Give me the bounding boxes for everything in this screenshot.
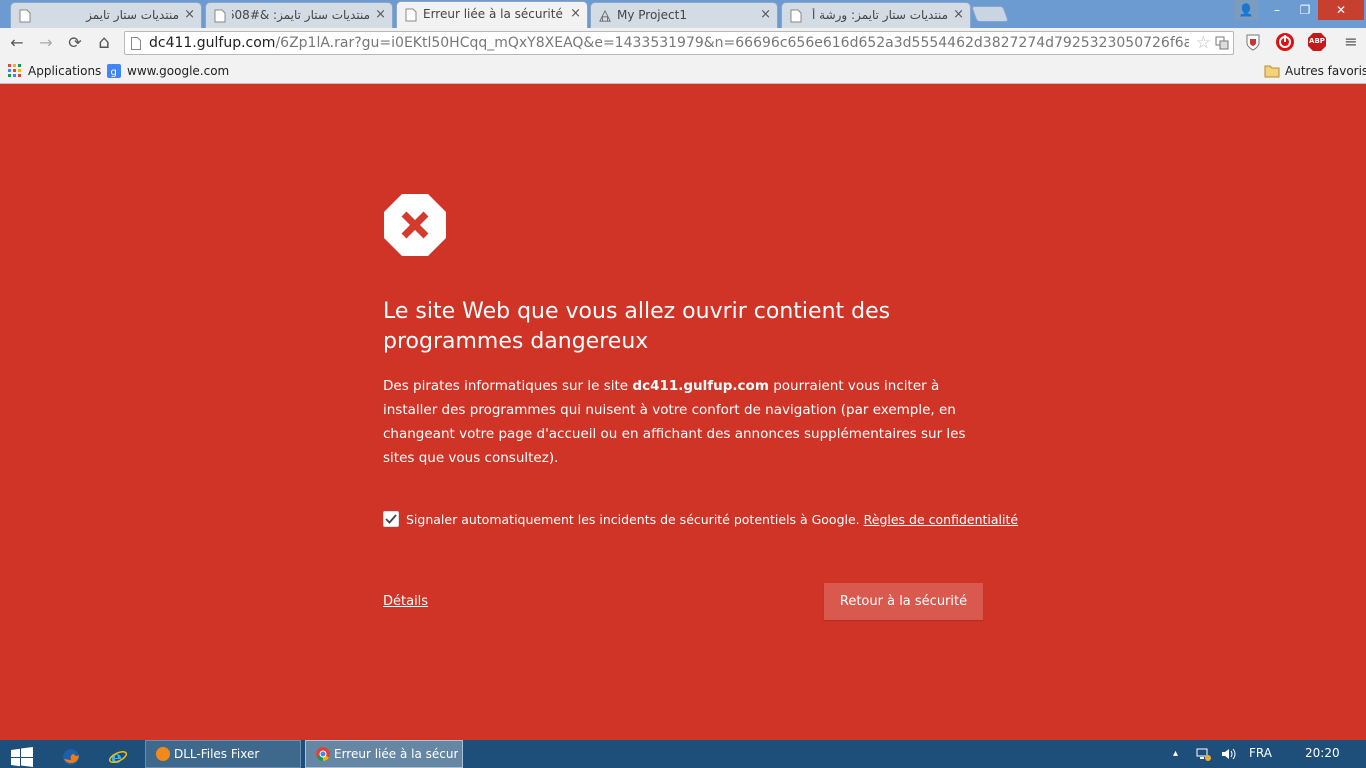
back-to-safety-button[interactable]: Retour à la sécurité bbox=[824, 583, 983, 620]
bookmark-label: Applications bbox=[28, 64, 102, 78]
security-interstitial: Le site Web que vous allez ouvrir contie… bbox=[0, 85, 1366, 740]
bookmarks-bar: Applications g www.google.com Autres fav… bbox=[0, 58, 1366, 84]
window-close-button[interactable]: ✕ bbox=[1318, 0, 1364, 20]
tray-overflow-icon[interactable]: ▴ bbox=[1173, 748, 1178, 759]
windows-taskbar: e DLL-Files Fixer Erreur liée à la sécur… bbox=[0, 740, 1366, 768]
restore-button[interactable]: ❐ bbox=[1292, 0, 1318, 20]
site-hostname: dc411.gulfup.com bbox=[632, 378, 769, 394]
firefox-icon[interactable] bbox=[61, 744, 81, 768]
address-bar[interactable]: dc411.gulfup.com/6Zp1lA.rar?gu=i0EKtl50H… bbox=[124, 31, 1234, 55]
tab-strip: منتديات ستار تايمز × منتديات ستار تايمز:… bbox=[0, 0, 1366, 28]
chrome-icon bbox=[316, 747, 330, 761]
url-host: dc411.gulfup.com bbox=[149, 35, 276, 51]
tab-my-project[interactable]: My Project1 × bbox=[590, 2, 778, 28]
url-text[interactable]: dc411.gulfup.com/6Zp1lA.rar?gu=i0EKtl50H… bbox=[149, 34, 1189, 52]
svg-text:e: e bbox=[111, 748, 122, 768]
page-icon bbox=[214, 9, 226, 23]
page-icon bbox=[19, 9, 31, 23]
abp-label: ABP bbox=[1309, 37, 1325, 45]
new-tab-button[interactable] bbox=[971, 6, 1009, 22]
reload-button[interactable]: ⟳ bbox=[64, 32, 86, 54]
report-checkbox[interactable] bbox=[383, 511, 399, 527]
task-label: DLL-Files Fixer bbox=[174, 747, 260, 761]
volume-icon[interactable] bbox=[1220, 746, 1236, 762]
folder-icon bbox=[1264, 65, 1280, 78]
forward-button[interactable]: → bbox=[35, 32, 57, 54]
adblock-plus-icon[interactable]: ABP bbox=[1307, 32, 1327, 52]
close-icon[interactable]: × bbox=[953, 7, 964, 22]
tab-title: منتديات ستار تايمز: &#608 bbox=[232, 8, 370, 22]
network-icon[interactable] bbox=[1195, 746, 1211, 762]
tab-title: منتديات ستار تايمز: ورشة أ bbox=[812, 8, 948, 22]
tab-startimes-3[interactable]: منتديات ستار تايمز: ورشة أ × bbox=[781, 2, 971, 28]
page-icon bbox=[790, 9, 802, 23]
tab-startimes-1[interactable]: منتديات ستار تايمز × bbox=[10, 2, 202, 28]
tab-title: My Project1 bbox=[617, 8, 687, 22]
page-icon bbox=[131, 37, 141, 50]
internet-explorer-icon[interactable]: e bbox=[108, 744, 128, 768]
details-link[interactable]: Détails bbox=[383, 594, 428, 609]
tab-startimes-2[interactable]: منتديات ستار تايمز: &#608 × bbox=[205, 2, 393, 28]
close-icon[interactable]: × bbox=[760, 7, 771, 22]
url-path: /6Zp1lA.rar?gu=i0EKtl50HCqq_mQxY8XEAQ&e=… bbox=[275, 35, 1189, 51]
power-extension-icon[interactable] bbox=[1275, 32, 1295, 52]
close-icon[interactable]: × bbox=[375, 7, 386, 22]
minimize-button[interactable]: – bbox=[1264, 0, 1290, 20]
report-label: Signaler automatiquement les incidents d… bbox=[406, 512, 1018, 527]
shield-extension-icon[interactable] bbox=[1243, 32, 1263, 52]
tab-title: Erreur liée à la sécurité bbox=[423, 7, 563, 21]
warning-description: Des pirates informatiques sur le site dc… bbox=[383, 374, 983, 470]
close-icon[interactable]: × bbox=[184, 7, 195, 22]
system-clock[interactable]: 20:20 bbox=[1305, 746, 1340, 760]
menu-icon[interactable]: ≡ bbox=[1341, 32, 1361, 52]
input-language[interactable]: FRA bbox=[1249, 746, 1272, 760]
back-button[interactable]: ← bbox=[6, 32, 28, 54]
tab-security-error[interactable]: Erreur liée à la sécurité × bbox=[396, 1, 588, 28]
svg-text:g: g bbox=[111, 67, 117, 78]
bookmark-star-icon[interactable]: ☆ bbox=[1196, 33, 1211, 53]
danger-octagon-icon bbox=[384, 194, 446, 256]
report-text: Signaler automatiquement les incidents d… bbox=[406, 512, 864, 527]
bookmark-label: www.google.com bbox=[127, 64, 230, 78]
apps-grid-icon bbox=[8, 64, 21, 77]
page-title: Le site Web que vous allez ouvrir contie… bbox=[383, 299, 891, 354]
page-icon bbox=[405, 8, 417, 22]
dll-fixer-icon bbox=[156, 747, 170, 761]
task-dll-files-fixer[interactable]: DLL-Files Fixer bbox=[145, 740, 301, 768]
user-icon[interactable]: 👤 bbox=[1234, 0, 1258, 20]
privacy-policy-link[interactable]: Règles de confidentialité bbox=[864, 512, 1018, 527]
project-icon bbox=[599, 9, 611, 22]
browser-toolbar: ← → ⟳ ⌂ dc411.gulfup.com/6Zp1lA.rar?gu=i… bbox=[0, 28, 1366, 58]
report-option: Signaler automatiquement les incidents d… bbox=[383, 509, 1018, 533]
tab-title: منتديات ستار تايمز bbox=[86, 8, 179, 22]
task-label: Erreur liée à la sécurit... bbox=[334, 747, 458, 761]
google-icon: g bbox=[107, 64, 121, 78]
home-button[interactable]: ⌂ bbox=[93, 32, 115, 54]
task-chrome[interactable]: Erreur liée à la sécurit... bbox=[305, 740, 463, 768]
checkmark-icon bbox=[385, 514, 397, 524]
windows-start-icon[interactable] bbox=[10, 744, 34, 768]
close-icon[interactable]: × bbox=[570, 6, 581, 21]
bookmark-label: Autres favoris bbox=[1285, 64, 1366, 78]
description-text: Des pirates informatiques sur le site bbox=[383, 378, 633, 394]
translate-icon[interactable] bbox=[1215, 36, 1229, 50]
